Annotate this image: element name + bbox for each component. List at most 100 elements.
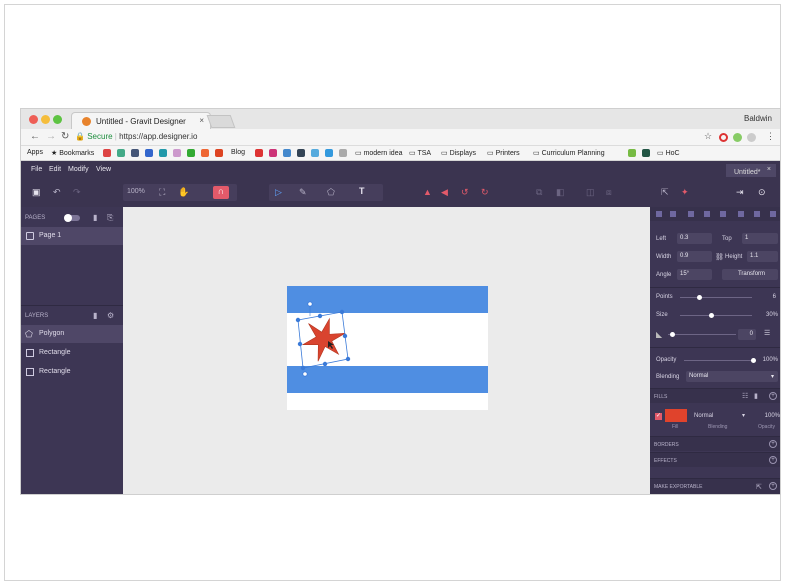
boolean-exclude-icon[interactable]: ⧈ [606,187,612,198]
resize-handle[interactable] [300,365,306,371]
menu-edit[interactable]: Edit [49,166,61,173]
fill-color-swatch[interactable] [665,409,687,422]
bookmark-icon[interactable] [283,149,291,157]
points-slider-knob[interactable] [697,295,702,300]
close-window-button[interactable] [29,115,38,124]
fill-options-icon[interactable]: ☷ [742,392,748,400]
close-document-icon[interactable]: × [767,166,771,173]
transform-button[interactable]: Transform [722,269,778,280]
bookmark-icon[interactable] [311,149,319,157]
delete-fill-icon[interactable]: ▮ [754,392,758,400]
star-bookmark-icon[interactable]: ☆ [704,131,712,142]
play-icon[interactable]: ⊙ [758,187,766,198]
add-fill-icon[interactable]: + [769,392,777,400]
height-input[interactable]: 1.1 [747,251,778,262]
fill-opacity-input[interactable]: 100% [758,413,780,419]
link-proportions-icon[interactable]: ⛓ [715,253,724,261]
delete-layer-icon[interactable]: ▮ [93,311,97,320]
corner-options-icon[interactable]: ☰ [764,329,770,337]
reload-icon[interactable]: ↻ [61,131,69,142]
export-options-icon[interactable]: ⇱ [756,483,762,491]
document-tab[interactable]: Untitled* × [726,164,776,177]
blending-select[interactable]: Normal ▾ [686,371,778,382]
opacity-value[interactable]: 100% [758,357,778,363]
fill-blend-select[interactable]: Normal [694,413,713,419]
bookmark-icon[interactable] [173,149,181,157]
size-value[interactable]: 30% [756,312,778,318]
bookmark-bookmarks[interactable]: ★ Bookmarks [51,149,94,157]
add-border-icon[interactable]: + [769,440,777,448]
bookmark-icon[interactable] [201,149,209,157]
pen-tool-icon[interactable]: ✎ [299,187,307,198]
menu-modify[interactable]: Modify [68,166,89,173]
align-right-icon[interactable] [688,211,694,217]
twitter-icon[interactable] [325,149,333,157]
resize-handle[interactable] [339,309,345,315]
polygon-star-selection[interactable] [287,286,488,410]
bookmark-icon[interactable] [255,149,263,157]
bookmark-icon[interactable] [131,149,139,157]
size-slider-knob[interactable] [709,313,714,318]
text-tool-icon[interactable]: T [359,186,365,196]
boolean-intersect-icon[interactable]: ◫ [586,187,595,198]
bookmark-folder-hoc[interactable]: ▭ HoC [657,149,680,157]
resize-handle[interactable] [317,313,323,319]
resize-handle[interactable] [297,341,303,347]
profile-name[interactable]: Baldwin [744,114,772,123]
calendar-icon[interactable] [145,149,153,157]
top-input[interactable]: 1 [742,233,778,244]
radius-slider[interactable] [668,334,736,335]
bookmark-blog[interactable]: Blog [231,149,245,156]
undo-icon[interactable]: ↶ [53,187,61,198]
save-icon[interactable]: ▣ [32,187,41,198]
resize-handle[interactable] [342,333,348,339]
distribute-icon[interactable] [770,211,776,217]
boolean-subtract-icon[interactable]: ◧ [556,187,565,198]
distribute-icon[interactable] [754,211,760,217]
layer-item-rectangle[interactable]: Rectangle [21,344,123,362]
align-top-icon[interactable] [704,211,710,217]
points-value[interactable]: 6 [756,294,776,300]
align-middle-icon[interactable] [720,211,726,217]
bookmark-icon[interactable] [642,149,650,157]
gmail-icon[interactable] [103,149,111,157]
pointer-tool-icon[interactable]: ▷ [275,187,282,198]
shape-tool-icon[interactable]: ⬠ [327,187,335,198]
close-tab-icon[interactable]: × [199,116,204,125]
opacity-slider-knob[interactable] [751,358,756,363]
artboard[interactable] [287,286,488,410]
bookmark-folder-printers[interactable]: ▭ Printers [487,149,520,157]
drive-icon[interactable] [117,149,125,157]
opacity-slider[interactable] [684,360,756,361]
align-bottom-icon[interactable] [738,211,744,217]
minimize-window-button[interactable] [41,115,50,124]
export-icon[interactable]: ⇥ [736,187,744,198]
url-field[interactable]: 🔒 Secure | https://app.designer.io [75,130,197,141]
angle-input[interactable]: 15° [677,269,712,280]
fill-enabled-checkbox[interactable]: ✓ [655,413,662,420]
share-icon[interactable]: ⇱ [661,187,669,198]
size-slider[interactable] [680,315,752,316]
flip-vertical-icon[interactable]: ◀ [441,187,448,198]
bookmark-apps[interactable]: Apps [27,149,43,156]
resize-handle[interactable] [295,317,301,323]
bookmark-icon[interactable] [297,149,305,157]
forward-arrow-icon[interactable]: → [46,131,56,142]
bookmark-folder-tsa[interactable]: ▭ TSA [409,149,431,157]
left-input[interactable]: 0.3 [677,233,712,244]
zoom-level[interactable]: 100% [127,188,145,195]
browser-tab[interactable]: Untitled - Gravit Designer × [71,112,211,129]
browser-menu-icon[interactable]: ⋮ [766,131,775,142]
layer-options-icon[interactable]: ⚙ [107,311,114,320]
pivot-handle[interactable] [302,371,308,377]
add-effect-icon[interactable]: + [769,456,777,464]
flip-horizontal-icon[interactable]: ▲ [423,187,432,197]
layer-item-rectangle[interactable]: Rectangle [21,363,123,381]
bookmark-icon[interactable] [269,149,277,157]
bookmark-icon[interactable] [159,149,167,157]
rotate-left-icon[interactable]: ↺ [461,187,469,198]
bookmark-icon[interactable] [187,149,195,157]
extension-icon[interactable] [719,133,728,142]
present-icon[interactable]: ✦ [681,187,689,198]
menu-file[interactable]: File [31,166,42,173]
